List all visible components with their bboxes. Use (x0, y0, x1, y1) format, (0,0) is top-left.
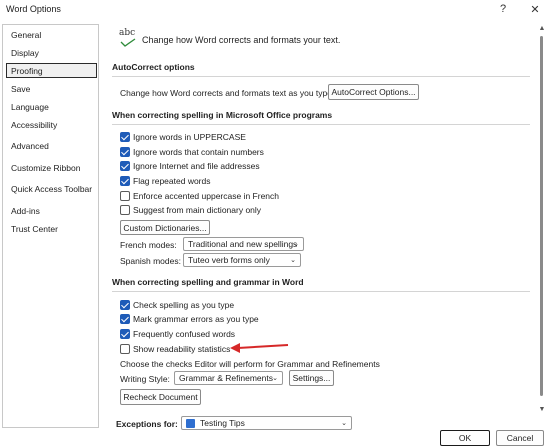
nav-item-proofing[interactable]: Proofing (11, 66, 43, 76)
custom-dictionaries-button-label: Custom Dictionaries... (123, 222, 207, 233)
annotation-arrow-icon (230, 343, 289, 353)
ignore-uppercase-checkbox[interactable] (120, 132, 130, 142)
word-spelling-heading: When correcting spelling and grammar in … (112, 277, 304, 287)
confused-words-checkbox[interactable] (120, 329, 130, 339)
autocorrect-divider (112, 76, 530, 77)
chevron-down-icon: ⌄ (290, 257, 296, 264)
spanish-modes-dropdown[interactable]: Tuteo verb forms only ⌄ (183, 253, 301, 267)
mark-grammar-checkbox[interactable] (120, 314, 130, 324)
ok-button-label: OK (458, 433, 472, 443)
enforce-accented-checkbox[interactable] (120, 191, 130, 201)
autocorrect-heading: AutoCorrect options (112, 62, 195, 72)
chevron-down-icon: ⌄ (293, 241, 299, 248)
nav-item-display[interactable]: Display (11, 48, 39, 58)
chevron-down-icon: ⌄ (272, 375, 278, 382)
nav-item-general[interactable]: General (11, 30, 41, 40)
flag-repeated-label: Flag repeated words (133, 176, 211, 186)
suggest-main-dictionary-label: Suggest from main dictionary only (133, 205, 262, 215)
spanish-modes-value: Tuteo verb forms only (188, 255, 270, 265)
scrollbar-thumb[interactable] (540, 36, 543, 396)
french-modes-label: French modes: (120, 240, 177, 250)
exceptions-dropdown[interactable]: Testing Tips ⌄ (181, 416, 352, 430)
proofing-abc-icon: abc (119, 28, 136, 47)
recheck-document-button-label: Recheck Document (123, 392, 198, 402)
nav-item-customize-ribbon[interactable]: Customize Ribbon (11, 163, 80, 173)
french-modes-dropdown[interactable]: Traditional and new spellings ⌄ (183, 237, 304, 251)
recheck-document-button[interactable]: Recheck Document (120, 389, 201, 405)
enforce-accented-label: Enforce accented uppercase in French (133, 191, 280, 201)
check-spelling-label: Check spelling as you type (133, 300, 235, 310)
cancel-button-label: Cancel (506, 433, 534, 443)
cancel-button[interactable]: Cancel (496, 430, 544, 446)
suggest-main-dictionary-checkbox[interactable] (120, 205, 130, 215)
nav-item-trust-center[interactable]: Trust Center (11, 224, 58, 234)
readability-statistics-label: Show readability statistics (133, 344, 231, 354)
french-modes-value: Traditional and new spellings (188, 239, 298, 249)
ignore-numbers-checkbox[interactable] (120, 147, 130, 157)
writing-style-label: Writing Style: (120, 374, 170, 384)
confused-words-label: Frequently confused words (133, 329, 236, 339)
settings-button-label: Settings... (292, 373, 331, 383)
help-icon[interactable]: ? (496, 2, 510, 16)
ignore-numbers-label: Ignore words that contain numbers (133, 147, 264, 157)
scroll-up-icon[interactable]: ▲ (537, 24, 547, 34)
nav-item-advanced[interactable]: Advanced (11, 141, 49, 151)
document-icon (186, 419, 195, 428)
spanish-modes-label: Spanish modes: (120, 256, 181, 266)
scroll-down-icon[interactable]: ▼ (537, 405, 547, 415)
window-title: Word Options (6, 4, 61, 14)
settings-button[interactable]: Settings... (289, 370, 334, 386)
ignore-uppercase-label: Ignore words in UPPERCASE (133, 132, 246, 142)
check-spelling-checkbox[interactable] (120, 300, 130, 310)
exceptions-label: Exceptions for: (116, 419, 178, 429)
ignore-internet-checkbox[interactable] (120, 161, 130, 171)
autocorrect-options-button-label: AutoCorrect Options... (331, 87, 416, 97)
mark-grammar-label: Mark grammar errors as you type (133, 314, 259, 324)
writing-style-value: Grammar & Refinements (179, 373, 273, 383)
nav-item-language[interactable]: Language (11, 102, 49, 112)
custom-dictionaries-button[interactable]: Custom Dictionaries... (120, 220, 210, 235)
nav-item-quick-access-toolbar[interactable]: Quick Access Toolbar (11, 184, 92, 194)
close-icon[interactable]: ✕ (528, 2, 542, 16)
nav-item-save[interactable]: Save (11, 84, 30, 94)
office-spelling-heading: When correcting spelling in Microsoft Of… (112, 110, 333, 120)
chevron-down-icon: ⌄ (341, 420, 347, 427)
checkmark-icon (120, 38, 136, 47)
nav-item-add-ins[interactable]: Add-ins (11, 206, 40, 216)
category-nav: General Display Proofing Save Language A… (2, 24, 99, 428)
autocorrect-label: Change how Word corrects and formats tex… (120, 88, 335, 98)
writing-style-dropdown[interactable]: Grammar & Refinements ⌄ (174, 371, 283, 385)
office-spelling-divider (112, 124, 530, 125)
ok-button[interactable]: OK (440, 430, 490, 446)
title-bar (0, 0, 548, 20)
autocorrect-options-button[interactable]: AutoCorrect Options... (328, 84, 419, 100)
editor-note: Choose the checks Editor will perform fo… (120, 359, 380, 369)
flag-repeated-checkbox[interactable] (120, 176, 130, 186)
word-spelling-divider (112, 291, 530, 292)
readability-statistics-checkbox[interactable] (120, 344, 130, 354)
page-description: Change how Word corrects and formats you… (142, 35, 341, 45)
exceptions-value: Testing Tips (200, 418, 245, 428)
nav-item-accessibility[interactable]: Accessibility (11, 120, 57, 130)
ignore-internet-label: Ignore Internet and file addresses (133, 161, 260, 171)
